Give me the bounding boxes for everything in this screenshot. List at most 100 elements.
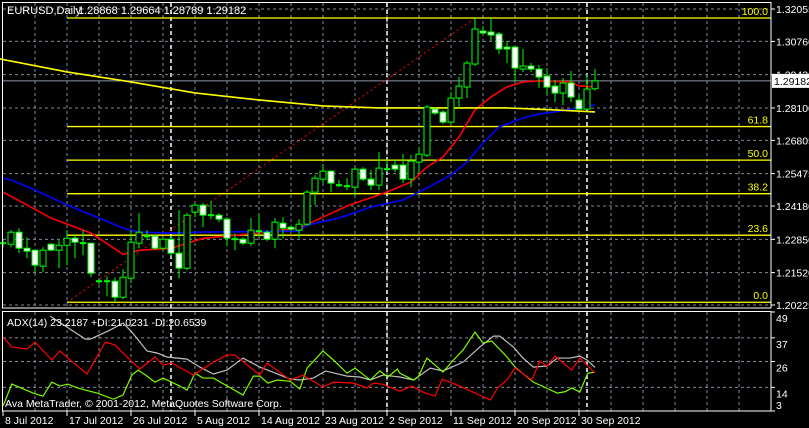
date-axis-label: 11 Sep 2012 [453,415,512,427]
candle-body-bear [535,68,543,78]
fibo-level-label: 100.0 [742,6,768,18]
candle-body-bear [87,242,95,274]
candle [303,190,311,227]
candle-body-bear [495,33,503,50]
candle-body-bull [407,160,415,180]
symbol-label: EURUSD,Daily [7,5,81,17]
chart-background [0,0,809,428]
date-axis-label: 23 Aug 2012 [325,415,384,427]
price-axis-label: 1.32055 [776,4,809,16]
candle-body-bear [575,99,583,110]
candle [439,110,447,125]
candle-body-bear [23,247,31,252]
candle [151,234,159,251]
candle-body-bull [319,170,327,180]
date-axis-label: 14 Aug 2012 [261,415,320,427]
candle-body-bull [183,214,191,269]
candle-body-bull [583,88,591,110]
candle [47,243,55,252]
price-axis-label: 1.26805 [776,135,809,147]
fibo-level-label: 61.8 [748,115,769,127]
candle-body-bull [271,221,279,240]
price-axis-label: 1.24180 [776,201,809,213]
candle-body-bear [215,214,223,220]
candle [183,213,191,271]
candle [423,105,431,158]
candle-body-bear [399,164,407,180]
candle-body-bear [439,111,447,123]
candle-body-bull [135,231,143,244]
candle-body-bull [191,204,199,213]
adx-axis-label: 49 [776,313,788,325]
candle-body-bear [479,30,487,34]
candle-body-bull [127,241,135,279]
date-axis-label: 20 Sep 2012 [517,415,577,427]
date-axis-label: 26 Jul 2012 [133,415,187,427]
adx-axis-label: 14 [776,388,788,400]
candle-body-bear [391,164,399,170]
date-axis-label: 30 Sep 2012 [581,415,641,427]
candle-body-bull [519,65,527,70]
trading-chart[interactable]: 100.0 61.8 50.0 38.2 23.6 0.0 1.32055 1.30760 1… [0,0,809,428]
candle-body-bear [167,238,175,254]
candle-body-bear [487,31,495,36]
candle-body-bull [119,276,127,298]
adx-axis-label: 26 [776,363,788,375]
adx-label: ADX(14) 23.2187 +DI:21.0231 -DI:20.6539 [7,317,207,329]
fibo-level-label: 23.6 [748,223,769,235]
fibo-level-label: 50.0 [748,148,769,160]
candle-body-bear [223,218,231,239]
candle [359,167,367,182]
date-axis-label: 8 Jul 2012 [5,415,54,427]
candle-body-bear [239,238,247,244]
candle-body-bull [295,223,303,231]
candle-body-bear [31,249,39,266]
candle-body-bear [47,243,55,251]
candle-body-bear [279,222,287,229]
candle-body-bear [503,46,511,50]
candle-body-bull [159,238,167,249]
candle [87,242,95,278]
candle-body-bull [447,97,455,123]
candle-body-bull [39,249,47,267]
candle-body-bull [559,82,567,94]
candle-body-bear [199,204,207,216]
fibo-level-label: 0.0 [753,290,768,302]
ohlc-label: 1.28868 1.29664 1.28789 1.29182 [78,5,246,17]
fibo-level-label: 38.2 [748,182,769,194]
price-axis-label: 1.30760 [776,36,809,48]
current-price-label: 1.29182 [774,76,809,88]
candle-body-bull [463,62,471,88]
candle-body-bull [311,177,319,193]
adx-axis-label: 37 [776,339,788,351]
adx-axis-label: 3 [776,400,782,412]
price-axis-label: 1.20225 [776,300,809,312]
candle [263,230,271,242]
candle-body-bull [63,237,71,246]
date-axis-label: 17 Jul 2012 [69,415,123,427]
candle-body-bull [375,167,383,186]
price-axis-label: 1.22850 [776,234,809,246]
candle-body-bull [423,106,431,156]
candle-body-bear [567,82,575,98]
candle [7,230,15,248]
candle-body-bull [415,153,423,163]
candle-body-bear [527,65,535,70]
candle-body-bear [551,85,559,94]
candle-body-bear [287,226,295,230]
candle-body-bull [351,168,359,188]
price-axis-label: 1.25475 [776,169,809,181]
candle-body-bear [367,178,375,186]
candle-body-bull [55,244,63,251]
price-axis-label: 1.21520 [776,268,809,280]
candle [167,236,175,257]
candle-body-bear [111,280,119,298]
candle-body-bear [263,231,271,240]
candle-body-bull [7,231,15,245]
candle-body-bear [71,237,79,243]
candle-body-bear [543,75,551,88]
candle-body-bear [151,235,159,249]
candle-body-bull [247,229,255,244]
candle-body-bull [471,28,479,65]
candle-body-bear [431,108,439,114]
